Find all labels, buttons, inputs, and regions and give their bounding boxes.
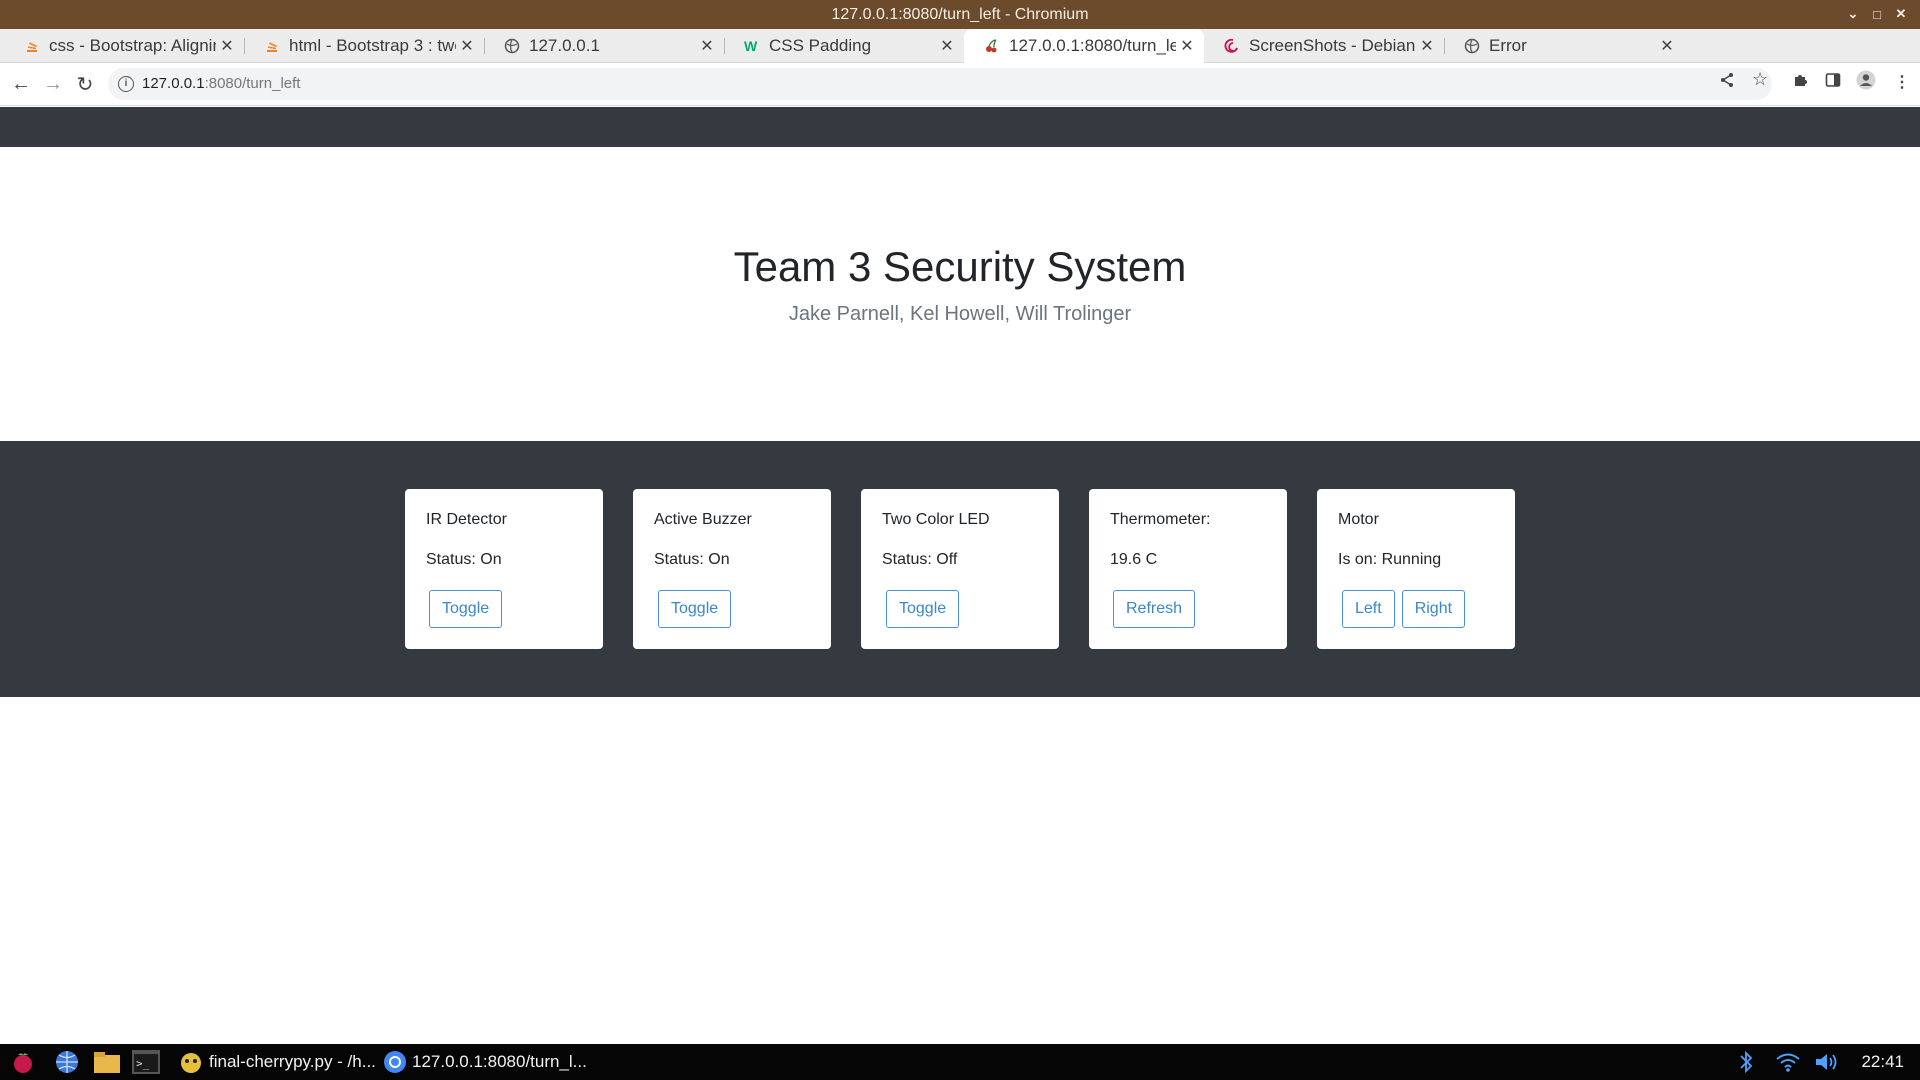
raspberry-pi-menu-icon[interactable] [10,1049,36,1075]
device-cards-section: IR Detector Status: On Toggle Active Buz… [0,441,1920,697]
tab-label: 127.0.0.1 [529,36,600,55]
bookmark-star-icon[interactable]: ☆ [1752,69,1768,90]
thonny-icon [178,1049,204,1075]
tab-screenshots-debian[interactable]: ScreenShots - Debian Wi ✕ [1204,29,1445,63]
thermometer-refresh-button[interactable]: Refresh [1113,590,1196,628]
card-title: Two Color LED [882,511,990,528]
terminal-icon[interactable]: >_ [131,1049,160,1075]
tab-turn-left-active[interactable]: 127.0.0.1:8080/turn_left ✕ [964,29,1204,63]
card-ir-detector: IR Detector Status: On Toggle [405,489,603,649]
active-buzzer-toggle-button[interactable]: Toggle [658,590,732,628]
tab-localhost[interactable]: 127.0.0.1 ✕ [484,29,725,63]
browser-toolbar: ← → ↻ i 127.0.0.1:8080/turn_left ☆ ⋮ [0,63,1920,106]
card-title: IR Detector [426,511,507,528]
tab-css-padding[interactable]: W CSS Padding ✕ [724,29,964,63]
globe-icon [504,38,520,54]
tab-close-icon[interactable]: ✕ [696,36,718,56]
share-icon[interactable] [1719,72,1735,93]
card-title: Thermometer: [1110,511,1211,528]
globe-icon [1464,38,1480,54]
window-titlebar: 127.0.0.1:8080/turn_left - Chromium ⌄ □ … [0,0,1920,29]
os-taskbar: >_ final-cherrypy.py - /h... 127.0.0.1:8… [0,1044,1920,1080]
taskbar-task-editor[interactable]: final-cherrypy.py - /h... [209,1052,376,1072]
back-arrow-icon[interactable]: ← [9,72,33,96]
page-navbar [0,107,1920,147]
tab-label: CSS Padding [769,36,872,55]
tab-close-icon[interactable]: ✕ [936,36,958,56]
tab-label: 127.0.0.1:8080/turn_left [1009,36,1176,55]
close-window-icon[interactable]: ✕ [1892,4,1910,24]
side-panel-icon[interactable] [1825,72,1841,93]
page-subtitle: Jake Parnell, Kel Howell, Will Trolinger [788,303,1132,325]
tab-label: html - Bootstrap 3 : two l [289,36,456,55]
card-thermometer: Thermometer: 19.6 C Refresh [1089,489,1287,649]
taskbar-task-browser[interactable]: 127.0.0.1:8080/turn_l... [412,1052,587,1072]
tab-close-icon[interactable]: ✕ [1176,36,1198,56]
taskbar-clock: 22:41 [1861,1052,1904,1071]
tab-html-bootstrap[interactable]: html - Bootstrap 3 : two l ✕ [244,29,485,63]
cherry-icon [984,38,1000,54]
reload-icon[interactable]: ↻ [73,72,97,96]
address-bar[interactable]: i 127.0.0.1:8080/turn_left [108,68,1772,100]
extensions-puzzle-icon[interactable] [1792,72,1808,93]
tab-error[interactable]: Error ✕ [1444,29,1684,63]
w3schools-icon: W [744,38,758,54]
window-title: 127.0.0.1:8080/turn_left - Chromium [831,6,1089,23]
tab-close-icon[interactable]: ✕ [216,36,238,56]
svg-text:>_: >_ [136,1057,150,1070]
card-status: Is on: Running [1338,551,1442,568]
bluetooth-icon[interactable] [1739,1050,1753,1080]
url-path: :8080/turn_left [204,75,301,92]
thermometer-reading: 19.6 C [1110,551,1158,568]
volume-icon[interactable] [1813,1050,1841,1080]
site-info-icon[interactable]: i [118,76,134,92]
minimize-icon[interactable]: ⌄ [1844,4,1862,24]
card-status: Status: Off [882,551,958,568]
wifi-icon[interactable] [1775,1050,1801,1080]
tab-strip: css - Bootstrap: Aligning ✕ html - Boots… [0,29,1920,88]
debian-icon [1224,38,1240,54]
tab-close-icon[interactable]: ✕ [1656,36,1678,56]
web-browser-launcher-icon[interactable] [54,1049,80,1075]
tab-label: ScreenShots - Debian Wi [1249,36,1416,55]
card-motor: Motor Is on: Running Left Right [1317,489,1515,649]
motor-right-button[interactable]: Right [1401,590,1466,628]
ir-detector-toggle-button[interactable]: Toggle [429,590,503,628]
stackoverflow-icon [264,38,280,54]
tab-close-icon[interactable]: ✕ [1416,36,1438,56]
stackoverflow-icon [24,38,40,54]
web-page: Team 3 Security System Jake Parnell, Kel… [0,107,1920,1044]
tab-css-bootstrap[interactable]: css - Bootstrap: Aligning ✕ [4,29,245,63]
profile-avatar-icon[interactable] [1856,70,1876,95]
card-status: Status: On [654,551,730,568]
card-active-buzzer: Active Buzzer Status: On Toggle [633,489,831,649]
two-color-led-toggle-button[interactable]: Toggle [886,590,960,628]
chromium-icon [382,1049,408,1075]
card-title: Motor [1338,511,1379,528]
tab-label: css - Bootstrap: Aligning [49,36,216,55]
window-controls: ⌄ □ ✕ [1844,4,1910,24]
tab-close-icon[interactable]: ✕ [456,36,478,56]
motor-left-button[interactable]: Left [1342,590,1395,628]
card-two-color-led: Two Color LED Status: Off Toggle [861,489,1059,649]
address-url[interactable]: 127.0.0.1:8080/turn_left [142,75,300,92]
chrome-menu-kebab-icon[interactable]: ⋮ [1894,72,1910,92]
card-status: Status: On [426,551,502,568]
maximize-icon[interactable]: □ [1868,4,1886,24]
forward-arrow-icon[interactable]: → [41,72,65,96]
card-title: Active Buzzer [654,511,752,528]
tab-label: Error [1489,36,1527,55]
file-manager-icon[interactable] [92,1049,120,1075]
url-host: 127.0.0.1 [142,75,205,92]
page-title: Team 3 Security System [733,243,1187,290]
